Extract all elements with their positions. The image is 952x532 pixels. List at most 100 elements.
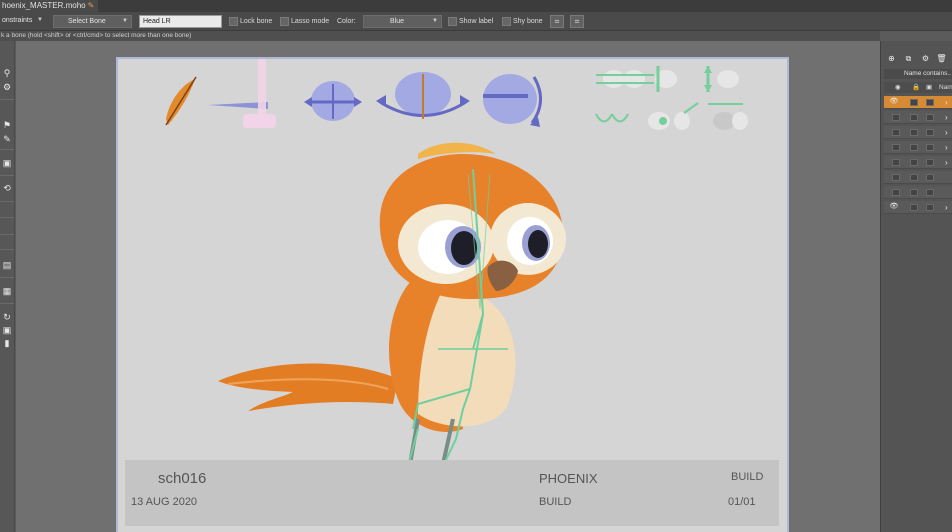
layer-color-swatch[interactable]	[926, 159, 934, 166]
select-bone-value: Select Bone	[68, 18, 106, 25]
lock-icon[interactable]: ▮	[1, 337, 13, 349]
layer-lock-toggle[interactable]	[910, 114, 918, 121]
page-number: 01/01	[728, 496, 756, 508]
duplicate-layer-icon[interactable]: ⧉	[903, 53, 914, 64]
layer-color-swatch[interactable]	[926, 174, 934, 181]
chevron-down-icon: ▼	[37, 17, 43, 23]
layer-lock-toggle[interactable]	[910, 144, 918, 151]
bone-frame-alt-icon[interactable]: ⌗	[570, 15, 584, 28]
pin-tool-icon[interactable]: ⚑	[1, 119, 13, 131]
layer-visibility-toggle[interactable]	[892, 144, 900, 151]
layer-settings-icon[interactable]: ⚙	[920, 53, 931, 64]
phase-top: BUILD	[731, 471, 764, 483]
bone-name-field[interactable]: Head LR	[139, 15, 222, 28]
layer-visibility-toggle[interactable]	[892, 129, 900, 136]
show-label-label: Show label	[459, 18, 494, 25]
lasso-mode-checkbox[interactable]	[280, 17, 289, 26]
eye-controls-icon[interactable]	[595, 66, 748, 130]
visibility-column-icon: ◉	[895, 84, 901, 91]
layer-color-swatch[interactable]	[926, 129, 934, 136]
layer-row[interactable]: ›	[884, 111, 952, 124]
bone-color-dropdown[interactable]: Blue ▼	[363, 15, 442, 28]
layer-search-field[interactable]: Name contains..	[884, 69, 952, 79]
transform-bone-icon[interactable]: ⚲	[1, 67, 13, 79]
head-tilt-control-icon[interactable]	[304, 81, 362, 121]
bone-name-value: Head LR	[143, 18, 171, 25]
phoenix-bird-character[interactable]	[218, 142, 566, 498]
chevron-right-icon[interactable]: ›	[945, 112, 948, 123]
layers-header: ◉ 🔒 ▣ Nam	[884, 82, 952, 93]
layer-visibility-toggle[interactable]	[892, 114, 900, 121]
select-bone-dropdown[interactable]: Select Bone ▼	[53, 15, 132, 28]
feather-control-icon[interactable]	[165, 76, 197, 126]
canvas-area: sch016 13 AUG 2020 PHOENIX BUILD BUILD 0…	[16, 41, 880, 532]
blade-control-icon[interactable]	[208, 59, 276, 128]
orbit-tool-icon[interactable]: ⟲	[1, 182, 13, 194]
rotate-layer-icon[interactable]: ↻	[1, 311, 13, 323]
bone-tool-icon[interactable]: ⚙	[1, 81, 13, 93]
layer-tool-icon[interactable]: ▦	[1, 285, 13, 297]
layer-row[interactable]: ›	[884, 141, 952, 154]
eye-icon[interactable]: 👁	[889, 203, 899, 211]
slate-date: 13 AUG 2020	[131, 496, 198, 508]
stage-frame[interactable]: sch016 13 AUG 2020 PHOENIX BUILD BUILD 0…	[116, 57, 789, 532]
status-hint: k a bone (hold <shift> or <ctrl/cmd> to …	[0, 31, 880, 41]
lock-bone-label: Lock bone	[240, 18, 273, 25]
pencil-tool-icon[interactable]: ✎	[1, 133, 13, 145]
chevron-down-icon: ▼	[432, 18, 438, 24]
phase-bottom: BUILD	[539, 496, 572, 508]
constraints-dropdown[interactable]: onstraints ▼	[0, 15, 46, 28]
new-layer-icon[interactable]: ⊕	[886, 53, 897, 64]
camera-tool-icon[interactable]: ▣	[1, 157, 13, 169]
chevron-right-icon[interactable]: ›	[945, 97, 948, 108]
layers-toolbar: ⊕ ⧉ ⚙ 🗑	[881, 53, 952, 67]
layer-search-placeholder: Name contains..	[904, 70, 951, 77]
delete-layer-icon[interactable]: 🗑	[936, 53, 947, 64]
layers-panel: ⊕ ⧉ ⚙ 🗑 Name contains.. ◉ 🔒 ▣ Nam 👁 › ›	[880, 41, 952, 532]
project-name: PHOENIX	[539, 471, 598, 486]
lock-column-icon: 🔒	[912, 84, 921, 91]
scene-number: sch016	[158, 470, 207, 487]
layer-color-swatch[interactable]	[926, 114, 934, 121]
name-column-header: Nam	[939, 84, 952, 91]
chevron-right-icon[interactable]: ›	[945, 142, 948, 153]
chevron-right-icon[interactable]: ›	[945, 157, 948, 168]
lock-bone-checkbox[interactable]	[229, 17, 238, 26]
layer-lock-toggle[interactable]	[910, 159, 918, 166]
shy-bone-checkbox[interactable]	[502, 17, 511, 26]
shy-bone-label: Shy bone	[513, 18, 543, 25]
layer-visibility-toggle[interactable]	[892, 189, 900, 196]
layer-row[interactable]	[884, 171, 952, 184]
bone-frame-icon[interactable]: ⌗	[550, 15, 564, 28]
color-label: Color:	[337, 18, 356, 25]
layer-visibility-toggle[interactable]	[892, 159, 900, 166]
head-rotate-control-icon[interactable]	[376, 72, 470, 119]
constraints-label: onstraints	[2, 17, 33, 24]
edit-pencil-icon: ✎	[87, 1, 95, 10]
layer-lock-toggle[interactable]	[910, 204, 918, 211]
layer-color-swatch[interactable]	[926, 99, 934, 106]
layer-row[interactable]	[884, 186, 952, 199]
layer-lock-toggle[interactable]	[910, 129, 918, 136]
layer-visibility-toggle[interactable]	[892, 174, 900, 181]
layer-lock-toggle[interactable]	[910, 174, 918, 181]
layer-color-swatch[interactable]	[926, 189, 934, 196]
chevron-right-icon[interactable]: ›	[945, 127, 948, 138]
document-tab[interactable]: hoenix_MASTER.moho ✎	[0, 0, 98, 12]
eye-icon[interactable]: 👁	[889, 98, 899, 106]
layer-color-swatch[interactable]	[926, 144, 934, 151]
folder-tool-icon[interactable]: ▤	[1, 259, 13, 271]
layer-color-swatch[interactable]	[926, 204, 934, 211]
layer-row[interactable]: ›	[884, 156, 952, 169]
chevron-right-icon[interactable]: ›	[945, 202, 948, 213]
layer-row[interactable]: 👁 ›	[884, 96, 952, 109]
layer-row[interactable]: ›	[884, 126, 952, 139]
head-turn-control-icon[interactable]	[483, 74, 542, 127]
orange-layer-tool-icon[interactable]: ▣	[1, 324, 13, 336]
color-column-icon: ▣	[926, 84, 933, 91]
layer-lock-toggle[interactable]	[910, 99, 918, 106]
document-tab-bar: hoenix_MASTER.moho ✎	[0, 0, 952, 12]
layer-lock-toggle[interactable]	[910, 189, 918, 196]
show-label-checkbox[interactable]	[448, 17, 457, 26]
layer-row[interactable]: 👁 ›	[884, 201, 952, 214]
